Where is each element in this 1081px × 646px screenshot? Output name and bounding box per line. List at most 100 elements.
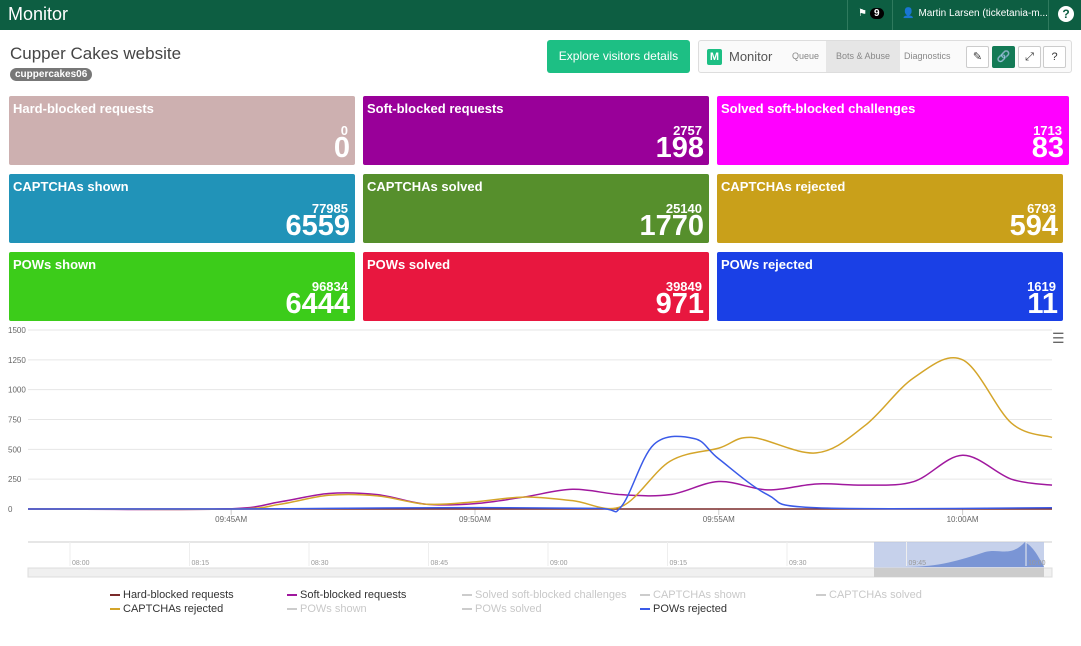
- legend-item[interactable]: CAPTCHAs shown: [640, 589, 746, 601]
- card-current: 83: [1031, 132, 1064, 164]
- stat-card: Soft-blocked requests 2757 198: [363, 96, 709, 165]
- navigator[interactable]: 08:00 08:15 08:30 08:45 09:00 09:15 09:30 09:45…: [0, 540, 1081, 580]
- top-bar: Monitor ⚑ 9 👤 Martin Larsen (ticketania-m.…: [0, 0, 1081, 30]
- user-name: Martin Larsen (ticketania-m...: [918, 8, 1048, 19]
- legend-label: POWs solved: [475, 603, 542, 615]
- module-bar: M Monitor Queue Bots & Abuse Diagnostics…: [698, 40, 1072, 73]
- legend-swatch: [110, 594, 120, 596]
- explore-visitors-button[interactable]: Explore visitors details: [547, 40, 690, 73]
- card-label: CAPTCHAs shown: [13, 179, 129, 194]
- legend-item[interactable]: Soft-blocked requests: [287, 589, 406, 601]
- card-current: 6444: [285, 288, 350, 320]
- navigator-tick-label: 09:00: [550, 560, 568, 567]
- y-tick-label: 250: [8, 475, 22, 484]
- user-icon: 👤: [902, 8, 915, 19]
- user-menu[interactable]: 👤Martin Larsen (ticketania-m...⌄: [902, 8, 1066, 19]
- line-chart: 0 250 500 750 1000 1250 1500 09:45AM 09:50AM 09:5…: [8, 326, 1053, 524]
- legend-item[interactable]: POWs solved: [462, 603, 542, 615]
- y-tick-label: 0: [8, 505, 13, 514]
- y-tick-label: 1250: [8, 356, 26, 365]
- card-label: POWs shown: [13, 257, 97, 272]
- legend-label: Soft-blocked requests: [300, 589, 407, 601]
- legend-label: CAPTCHAs shown: [653, 589, 746, 601]
- legend-item[interactable]: POWs rejected: [640, 603, 727, 615]
- navigator-tick-label: 08:00: [72, 560, 90, 567]
- card-label: CAPTCHAs rejected: [721, 179, 846, 194]
- link-icon[interactable]: 🔗: [992, 46, 1015, 68]
- legend-swatch: [287, 594, 297, 596]
- notification-count: 9: [869, 8, 884, 19]
- navigator-tick-label: 09:45: [909, 560, 927, 567]
- series-line: [27, 435, 1053, 513]
- card-current: 594: [1009, 210, 1058, 242]
- card-current: 6559: [285, 210, 350, 242]
- legend-label: POWs shown: [300, 603, 367, 615]
- card-current: 1770: [639, 210, 704, 242]
- stat-card: POWs rejected 1619 11: [717, 252, 1063, 321]
- x-tick-label: 09:50AM: [459, 515, 491, 524]
- y-tick-label: 1500: [8, 326, 26, 335]
- legend-label: Solved soft-blocked challenges: [475, 589, 627, 601]
- divider: [847, 0, 848, 30]
- legend-item[interactable]: POWs shown: [287, 603, 367, 615]
- x-tick-label: 09:45AM: [215, 515, 247, 524]
- help-icon[interactable]: ?: [1043, 46, 1066, 68]
- site-tag: cuppercakes06: [10, 68, 93, 81]
- tab-queue[interactable]: Queue: [792, 41, 819, 72]
- legend-swatch: [640, 594, 650, 596]
- legend-swatch: [287, 608, 297, 610]
- series-line: [27, 454, 1053, 511]
- scrollbar-thumb: [874, 568, 1044, 577]
- legend-label: CAPTCHAs solved: [829, 589, 922, 601]
- chart-menu-icon[interactable]: ☰: [1052, 330, 1065, 347]
- module-title: Monitor: [729, 49, 773, 64]
- card-label: CAPTCHAs solved: [367, 179, 483, 194]
- fullscreen-icon[interactable]: ⤢: [1018, 46, 1041, 68]
- card-label: POWs solved: [367, 257, 451, 272]
- legend-swatch: [640, 608, 650, 610]
- legend-swatch: [462, 608, 472, 610]
- stat-card: CAPTCHAs solved 25140 1770: [363, 174, 709, 243]
- y-tick-label: 750: [8, 416, 22, 425]
- x-tick-label: 10:00AM: [947, 515, 979, 524]
- card-label: Hard-blocked requests: [13, 101, 154, 116]
- legend-label: Hard-blocked requests: [123, 589, 234, 601]
- x-tick-label: 09:55AM: [703, 515, 735, 524]
- legend-label: POWs rejected: [653, 603, 727, 615]
- stat-card: Solved soft-blocked challenges 1713 83: [717, 96, 1069, 165]
- navigator-tick-label: 08:30: [311, 560, 329, 567]
- navigator-tick-label: 10:00: [1028, 560, 1046, 567]
- navigator-tick-label: 08:15: [192, 560, 210, 567]
- tab-diagnostics[interactable]: Diagnostics: [904, 41, 951, 72]
- y-tick-label: 500: [8, 445, 22, 454]
- legend-item[interactable]: CAPTCHAs solved: [816, 589, 922, 601]
- card-label: Solved soft-blocked challenges: [721, 101, 916, 116]
- y-tick-label: 1000: [8, 386, 26, 395]
- app-title: Monitor: [8, 4, 69, 24]
- tab-bots-abuse[interactable]: Bots & Abuse: [826, 41, 901, 72]
- page-title: Cupper Cakes website: [10, 44, 182, 63]
- legend-swatch: [816, 594, 826, 596]
- legend-item[interactable]: CAPTCHAs rejected: [110, 603, 223, 615]
- series-line: [27, 357, 1053, 511]
- navigator-tick-label: 09:15: [670, 560, 688, 567]
- stat-card: Hard-blocked requests 0 0: [9, 96, 355, 165]
- stat-card: CAPTCHAs rejected 6793 594: [717, 174, 1063, 243]
- notifications-button[interactable]: ⚑ 9: [858, 8, 884, 19]
- card-label: Soft-blocked requests: [367, 101, 504, 116]
- card-label: POWs rejected: [721, 257, 813, 272]
- divider: [1048, 0, 1049, 30]
- edit-icon[interactable]: ✎: [966, 46, 989, 68]
- navigator-tick-label: 09:30: [789, 560, 807, 567]
- stat-card: POWs shown 96834 6444: [9, 252, 355, 321]
- module-logo: M: [707, 49, 722, 65]
- help-icon[interactable]: ?: [1058, 6, 1074, 22]
- legend-swatch: [462, 594, 472, 596]
- stat-card: POWs solved 39849 971: [363, 252, 709, 321]
- legend-item[interactable]: Solved soft-blocked challenges: [462, 589, 627, 601]
- bell-icon: ⚑: [858, 8, 867, 19]
- card-current: 11: [1027, 288, 1058, 320]
- stat-card: CAPTCHAs shown 77985 6559: [9, 174, 355, 243]
- divider: [892, 0, 893, 30]
- legend-item[interactable]: Hard-blocked requests: [110, 589, 234, 601]
